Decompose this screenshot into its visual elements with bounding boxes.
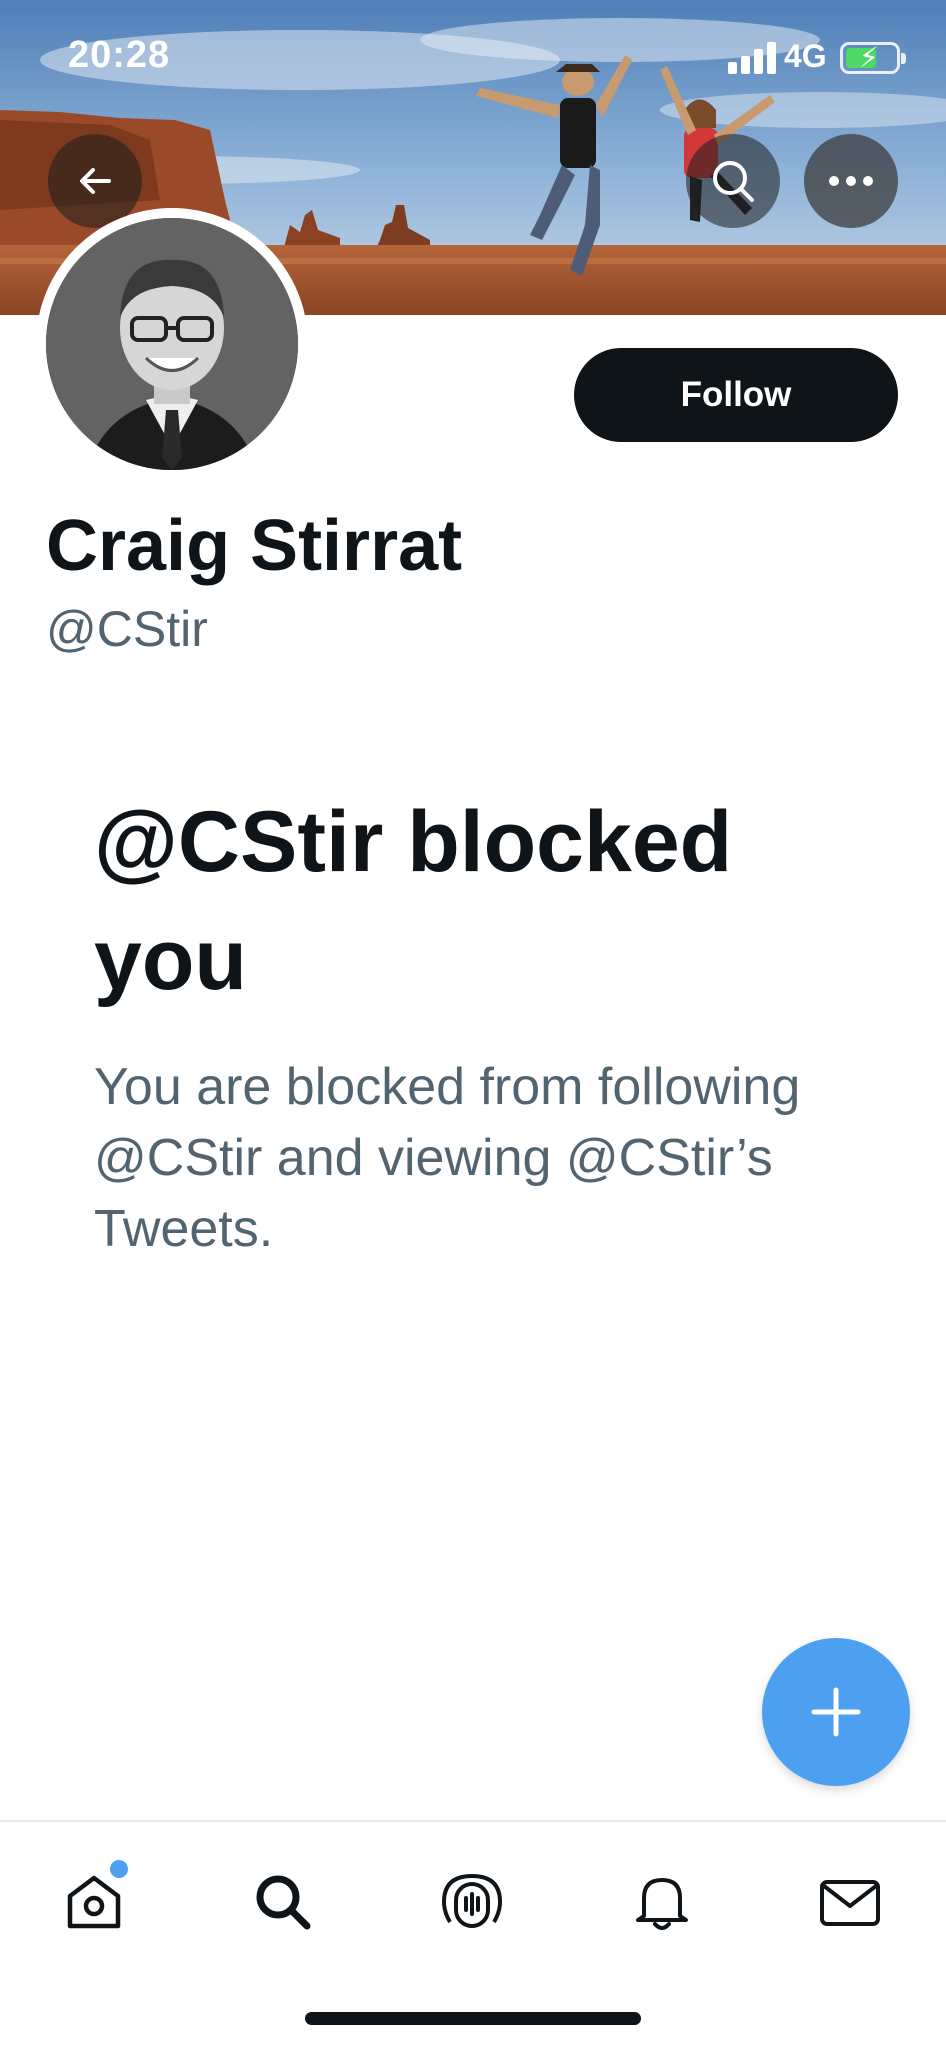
home-icon xyxy=(67,1875,121,1929)
tab-home[interactable] xyxy=(54,1860,134,1942)
tab-notifications[interactable] xyxy=(622,1862,702,1942)
cellular-signal-icon xyxy=(728,42,776,74)
more-options-button[interactable] xyxy=(804,134,898,228)
back-button[interactable] xyxy=(48,134,142,228)
user-handle: @CStir xyxy=(46,601,208,657)
spaces-icon xyxy=(441,1873,503,1928)
plus-icon xyxy=(811,1687,861,1737)
display-name: Craig Stirrat xyxy=(46,506,463,586)
search-icon xyxy=(256,1875,311,1930)
status-time: 20:28 xyxy=(68,34,171,76)
bell-icon xyxy=(636,1878,688,1930)
notification-dot xyxy=(110,1860,128,1878)
tab-search[interactable] xyxy=(243,1862,323,1942)
network-type: 4G xyxy=(784,38,827,74)
more-horizontal-icon xyxy=(829,176,873,186)
search-button[interactable] xyxy=(686,134,780,228)
compose-tweet-button[interactable] xyxy=(762,1638,910,1786)
mail-icon xyxy=(820,1880,880,1926)
profile-photo xyxy=(46,218,298,470)
bottom-tab-bar xyxy=(0,1820,946,2048)
status-bar: 20:28 4G ⚡ xyxy=(0,0,946,120)
blocked-title: @CStir blocked you xyxy=(94,794,733,1008)
tab-messages[interactable] xyxy=(810,1862,890,1942)
follow-button[interactable]: Follow xyxy=(574,348,898,442)
home-indicator xyxy=(305,2012,641,2025)
search-icon xyxy=(713,161,754,202)
avatar[interactable] xyxy=(36,208,308,480)
tab-spaces[interactable] xyxy=(432,1862,512,1942)
arrow-left-icon xyxy=(80,168,111,194)
battery-icon: ⚡ xyxy=(840,42,906,74)
blocked-description: You are blocked from following @CStir an… xyxy=(94,1058,801,1258)
